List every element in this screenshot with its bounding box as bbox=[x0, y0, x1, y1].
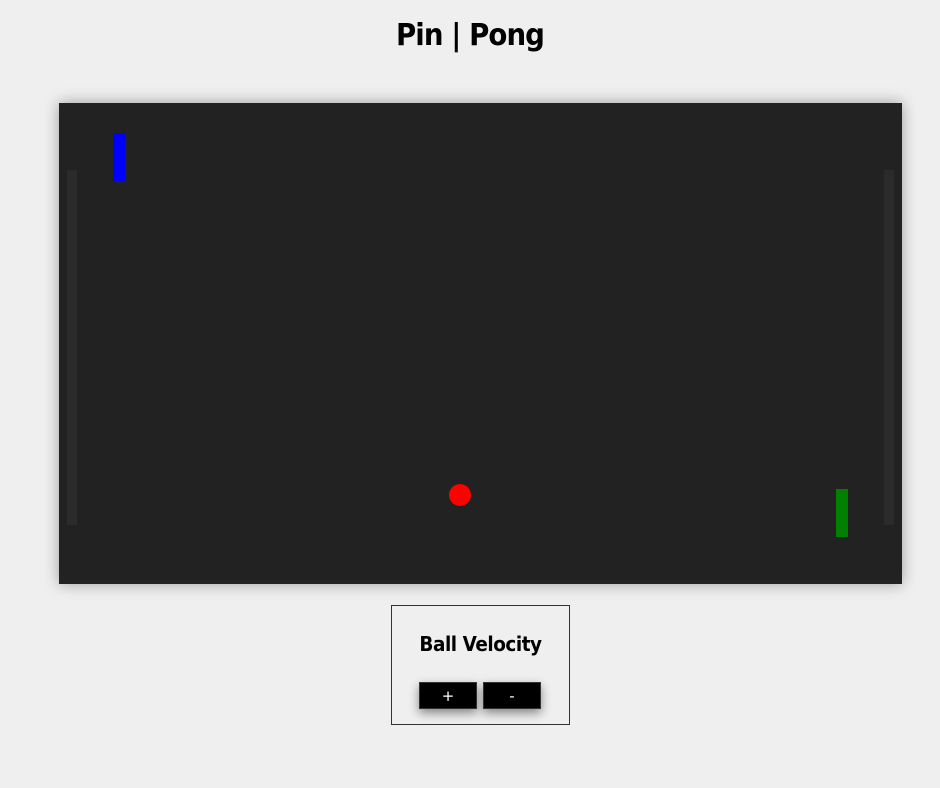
increase-velocity-button[interactable]: + bbox=[419, 682, 477, 709]
ball bbox=[449, 484, 471, 506]
game-board[interactable] bbox=[59, 103, 902, 584]
decrease-velocity-button[interactable]: - bbox=[483, 682, 541, 709]
left-paddle[interactable] bbox=[113, 133, 125, 181]
right-paddle[interactable] bbox=[836, 489, 848, 537]
left-rail bbox=[67, 170, 77, 525]
page: Pin | Pong Ball Velocity + - bbox=[0, 0, 940, 788]
velocity-control-panel: Ball Velocity + - bbox=[391, 605, 570, 725]
right-rail bbox=[884, 170, 894, 525]
velocity-title: Ball Velocity bbox=[419, 632, 542, 656]
page-title: Pin | Pong bbox=[395, 18, 545, 53]
